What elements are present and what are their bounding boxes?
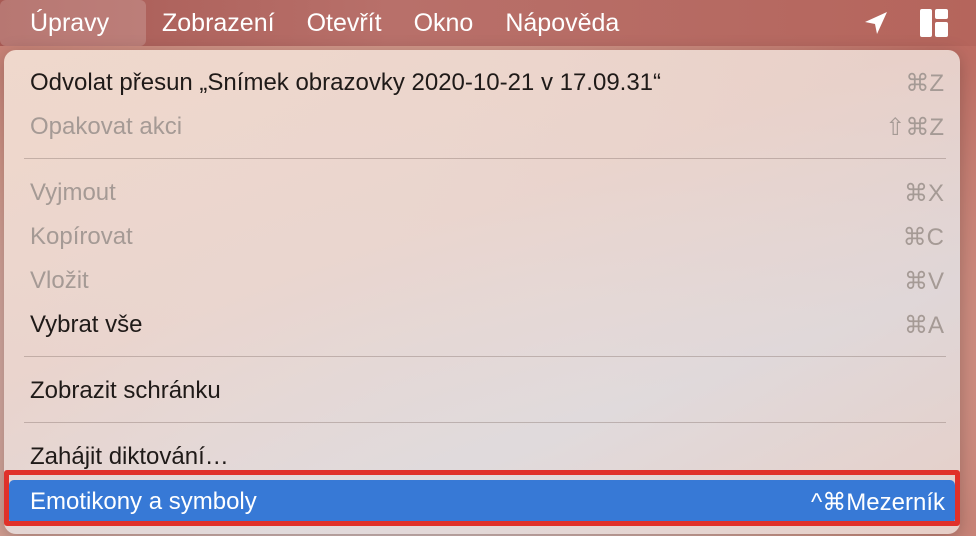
menu-okno[interactable]: Okno	[398, 0, 490, 46]
menu-item-copy[interactable]: Kopírovat ⌘C	[4, 215, 960, 259]
menu-napoveda[interactable]: Nápověda	[489, 0, 635, 46]
menu-item-shortcut: ⌘C	[902, 223, 944, 251]
menu-item-label: Vyjmout	[30, 179, 116, 206]
menu-item-label: Vložit	[30, 267, 89, 294]
menu-item-label: Vybrat vše	[30, 311, 143, 338]
status-icons	[856, 0, 976, 46]
menu-item-paste[interactable]: Vložit ⌘V	[4, 259, 960, 303]
menu-item-label: Kopírovat	[30, 223, 133, 250]
menu-separator	[24, 422, 946, 423]
location-arrow-icon[interactable]	[856, 0, 896, 46]
menu-item-label: Zahájit diktování…	[30, 443, 229, 470]
menu-item-show-clipboard[interactable]: Zobrazit schránku	[4, 369, 960, 413]
menu-item-label: Zobrazit schránku	[30, 377, 221, 404]
menu-separator	[24, 356, 946, 357]
edit-menu-dropdown: Odvolat přesun „Snímek obrazovky 2020-10…	[4, 50, 960, 534]
layout-panels-icon[interactable]	[914, 0, 954, 46]
menu-upravy[interactable]: Úpravy	[0, 0, 146, 46]
menu-otevrit[interactable]: Otevřít	[291, 0, 398, 46]
menu-item-undo[interactable]: Odvolat přesun „Snímek obrazovky 2020-10…	[4, 61, 960, 105]
annotation-highlight-frame	[4, 470, 960, 526]
menu-item-label: Opakovat akci	[30, 113, 183, 140]
menu-item-select-all[interactable]: Vybrat vše ⌘A	[4, 303, 960, 347]
menu-item-shortcut: ⌘V	[903, 267, 944, 295]
menu-item-shortcut: ⇧⌘Z	[885, 113, 944, 141]
menu-bar: Úpravy Zobrazení Otevřít Okno Nápověda	[0, 0, 976, 46]
menu-item-label: Odvolat přesun „Snímek obrazovky 2020-10…	[30, 69, 662, 96]
menu-item-cut[interactable]: Vyjmout ⌘X	[4, 171, 960, 215]
menu-item-shortcut: ⌘Z	[905, 69, 944, 97]
menu-item-redo[interactable]: Opakovat akci ⇧⌘Z	[4, 105, 960, 149]
menu-item-shortcut: ⌘A	[903, 311, 944, 339]
menu-zobrazeni[interactable]: Zobrazení	[146, 0, 291, 46]
menu-item-shortcut: ⌘X	[903, 179, 944, 207]
menu-separator	[24, 158, 946, 159]
